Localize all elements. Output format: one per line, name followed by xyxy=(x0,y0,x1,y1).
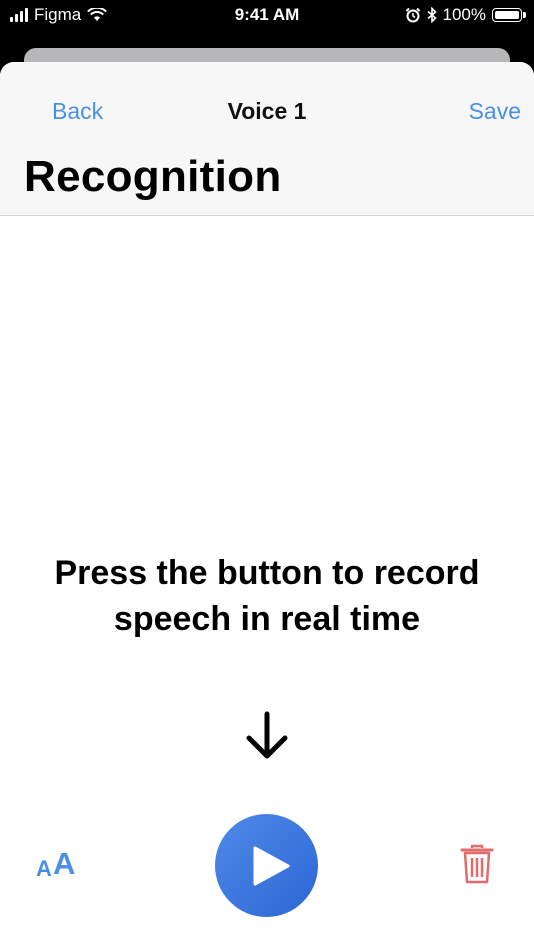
battery-percent: 100% xyxy=(442,5,486,24)
play-icon xyxy=(253,846,290,886)
instruction-text: Press the button to record speech in rea… xyxy=(54,554,480,638)
status-right: 100% xyxy=(405,5,526,25)
modal-sheet: Back Voice 1 Save Recognition Press the … xyxy=(0,62,534,950)
nav-title: Voice 1 xyxy=(227,98,307,124)
arrow-down-icon xyxy=(246,711,288,759)
text-size-big-glyph: A xyxy=(53,846,76,881)
battery-level xyxy=(495,11,519,19)
status-bar: Figma 9:41 AM 100% xyxy=(0,0,534,32)
bluetooth-icon xyxy=(426,7,437,23)
text-size-small-glyph: A xyxy=(36,856,52,881)
text-size-button[interactable]: A A xyxy=(36,846,82,882)
save-button[interactable]: Save xyxy=(469,98,521,125)
trash-icon[interactable] xyxy=(460,844,494,884)
play-button[interactable] xyxy=(215,814,318,917)
page-title: Recognition xyxy=(24,152,282,201)
navigation-header: Back Voice 1 Save Recognition xyxy=(0,62,534,216)
alarm-icon xyxy=(405,7,420,23)
battery-icon xyxy=(492,8,526,22)
